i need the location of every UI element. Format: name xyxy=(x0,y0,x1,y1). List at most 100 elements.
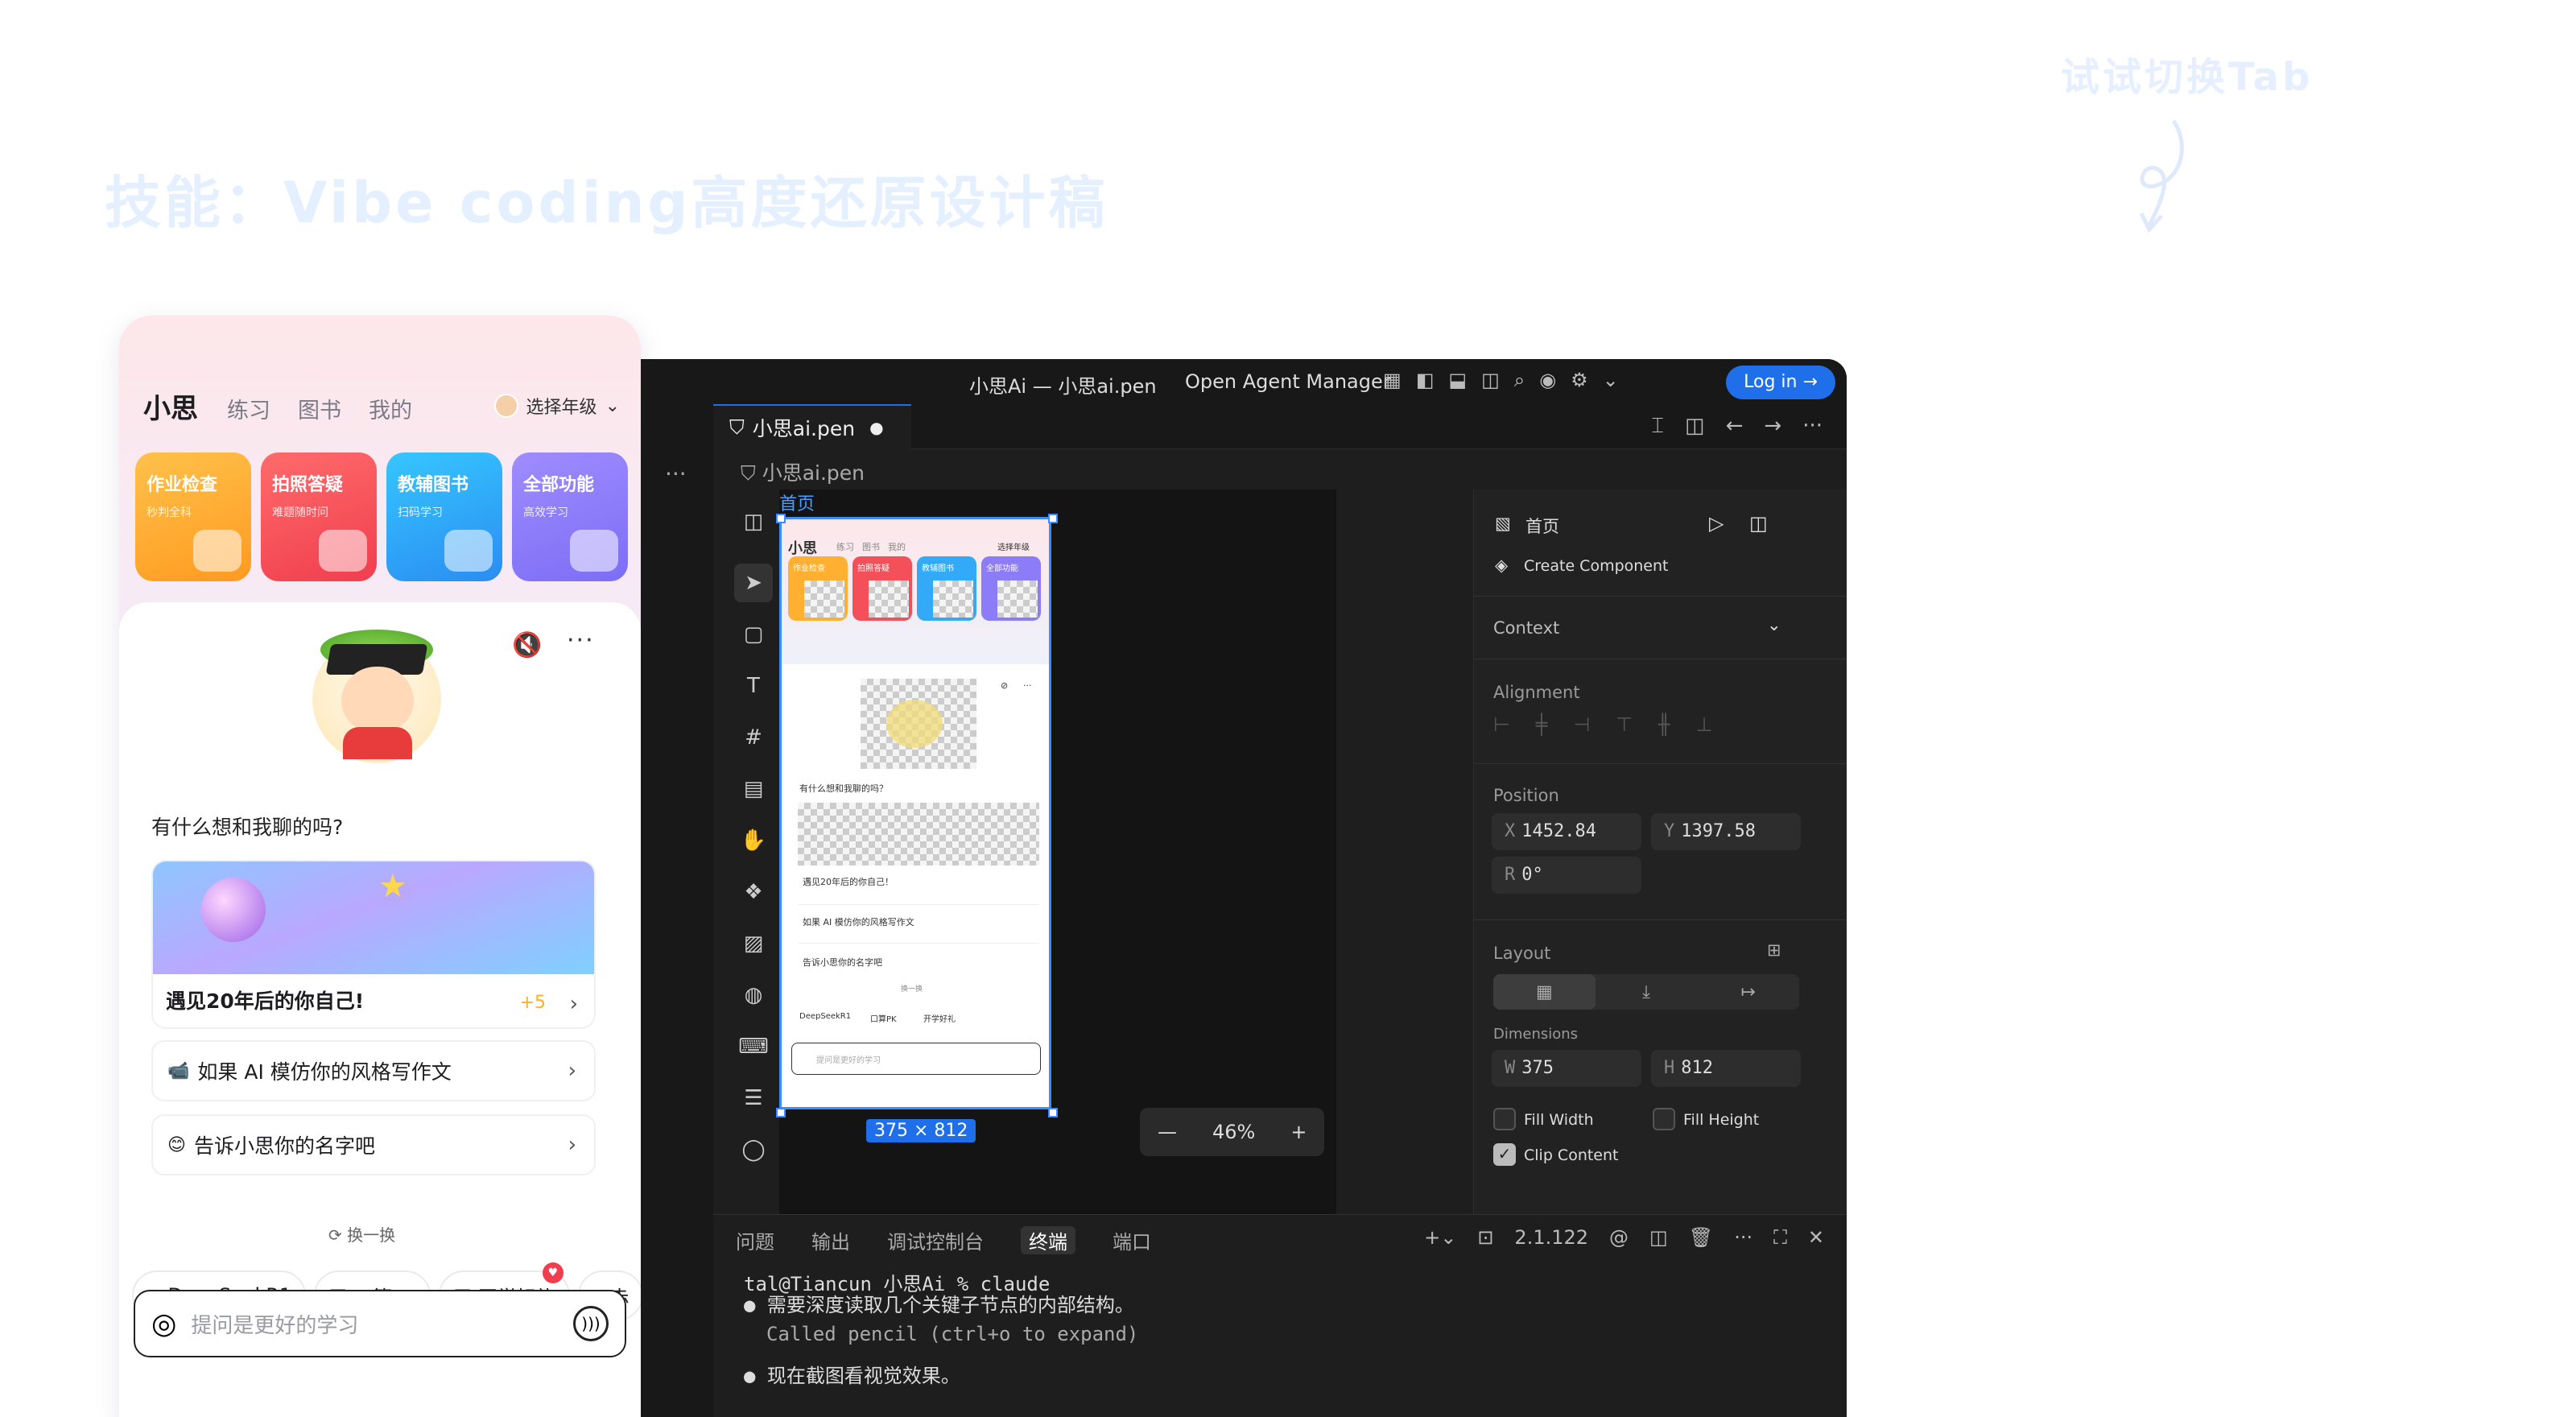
layout-horizontal-icon[interactable]: ↦ xyxy=(1697,974,1799,1010)
sidebar-left-icon[interactable]: ◧ xyxy=(1416,369,1435,391)
x-field[interactable]: X 1452.84 xyxy=(1492,813,1641,850)
zoom-out-icon[interactable]: — xyxy=(1158,1121,1177,1143)
resize-handle[interactable] xyxy=(776,1108,786,1117)
hand-icon[interactable]: ✋ xyxy=(734,821,773,860)
frame-home[interactable]: 小思 练习 图书 我的 选择年级 作业检查 拍照答疑 教辅图书 全部功能 ⊘ ·… xyxy=(779,517,1051,1109)
more-icon[interactable]: ··· xyxy=(1802,414,1823,439)
resize-handle[interactable] xyxy=(1048,514,1058,523)
zoom-control[interactable]: — 46% + xyxy=(1140,1108,1325,1156)
chrome-icon[interactable]: ◉ xyxy=(1539,369,1556,391)
prompt-row[interactable]: 😊 告诉小思你的名字吧 › xyxy=(151,1114,596,1175)
breadcrumb[interactable]: ⛉ 小思ai.pen xyxy=(713,449,1847,490)
sidebar-toggle-icon[interactable]: ◫ xyxy=(734,502,773,541)
card-books[interactable]: 教辅图书 扫码学习 xyxy=(386,452,502,581)
position-label: Position xyxy=(1493,786,1559,805)
component-icon[interactable]: ❖ xyxy=(734,873,773,911)
resize-handle[interactable] xyxy=(1048,1108,1058,1117)
width-field[interactable]: W 375 xyxy=(1492,1050,1641,1087)
prompt-row[interactable]: 📹 如果 AI 模仿你的风格写作文 › xyxy=(151,1040,596,1101)
tab-books[interactable]: 图书 xyxy=(298,393,341,424)
tab-pen-file[interactable]: ⛉ 小思ai.pen ● xyxy=(713,404,911,449)
text-icon[interactable]: T xyxy=(734,667,773,705)
clip-content-checkbox[interactable]: ✓ xyxy=(1493,1143,1516,1166)
refresh-button[interactable]: ⟳ 换一换 xyxy=(328,1222,395,1246)
layout-vertical-icon[interactable]: ⤓ xyxy=(1596,974,1698,1010)
account-icon[interactable]: ◯ xyxy=(734,1130,773,1169)
split-icon[interactable]: ◫ xyxy=(1481,369,1500,391)
tab-mine[interactable]: 我的 xyxy=(369,393,412,424)
align-bottom-icon[interactable]: ⊥ xyxy=(1696,713,1713,736)
align-center-h-icon[interactable]: ╪ xyxy=(1536,713,1547,736)
create-component-button[interactable]: Create Component xyxy=(1524,557,1668,575)
pointer-icon[interactable]: ➤ xyxy=(734,564,773,602)
login-button[interactable]: Log in → xyxy=(1726,366,1835,399)
tab-problems[interactable]: 问题 xyxy=(736,1226,774,1254)
terminal-version[interactable]: 2.1.122 xyxy=(1514,1226,1588,1249)
fill-height-checkbox[interactable] xyxy=(1653,1108,1675,1130)
panel-toggle-icon[interactable]: ◫ xyxy=(1749,512,1768,535)
arrow-left-icon[interactable]: ← xyxy=(1726,414,1744,439)
y-field[interactable]: Y 1397.58 xyxy=(1651,813,1801,850)
layout-options-icon[interactable]: ⊞ xyxy=(1767,940,1781,960)
arrow-right-icon[interactable]: → xyxy=(1764,414,1781,439)
layout-freeform-icon[interactable]: ▦ xyxy=(1493,974,1596,1010)
title-bar: 小思Ai — 小思ai.pen Open Agent Manager ▦ ◧ ⬓… xyxy=(641,359,1847,404)
palette-icon[interactable]: ◍ xyxy=(734,976,773,1014)
align-left-icon[interactable]: ⊢ xyxy=(1493,713,1510,736)
frame-label[interactable]: 首页 xyxy=(779,490,815,515)
play-icon[interactable]: ▷ xyxy=(1709,512,1724,535)
tab-debug-console[interactable]: 调试控制台 xyxy=(887,1226,984,1254)
chevron-down-icon[interactable]: ⌄ xyxy=(1767,615,1781,634)
image-icon[interactable]: ▨ xyxy=(734,924,773,963)
fill-width-checkbox[interactable] xyxy=(1493,1108,1516,1130)
panel-bottom-icon[interactable]: ⬓ xyxy=(1448,369,1467,391)
more-icon[interactable]: ··· xyxy=(665,461,687,487)
tab-output[interactable]: 输出 xyxy=(811,1226,850,1254)
more-icon[interactable]: ··· xyxy=(1734,1226,1752,1249)
card-homework-check[interactable]: 作业检查 秒判全科 xyxy=(135,452,251,581)
placeholder-avatar xyxy=(861,679,976,769)
tab-terminal[interactable]: 终端 xyxy=(1021,1226,1075,1254)
rotation-field[interactable]: R 0° xyxy=(1492,857,1641,894)
text-cursor-icon[interactable]: ⌶ xyxy=(1651,414,1664,439)
at-icon[interactable]: @ xyxy=(1609,1226,1629,1249)
layout-icon[interactable]: ▦ xyxy=(1383,369,1402,391)
note-icon[interactable]: ▤ xyxy=(734,770,773,808)
height-field[interactable]: H 812 xyxy=(1651,1050,1801,1087)
keyboard-icon[interactable]: ⌨ xyxy=(734,1027,773,1066)
mute-icon[interactable]: 🔇 xyxy=(512,631,542,659)
search-icon[interactable]: ⌕ xyxy=(1514,369,1525,391)
resize-handle[interactable] xyxy=(776,514,786,523)
design-canvas[interactable]: 首页 小思 练习 图书 我的 选择年级 作业检查 拍照答疑 教辅图书 全部功能 … xyxy=(776,490,1336,1214)
camera-icon[interactable]: ◎ xyxy=(151,1308,176,1341)
frame-icon[interactable]: # xyxy=(734,718,773,757)
tab-practice[interactable]: 练习 xyxy=(227,393,270,424)
split-terminal-icon[interactable]: ◫ xyxy=(1649,1226,1668,1249)
question-input[interactable]: ◎ 提问是更好的学习 ))) xyxy=(134,1290,626,1357)
trash-icon[interactable]: 🗑 xyxy=(1689,1226,1713,1249)
zoom-in-icon[interactable]: + xyxy=(1290,1121,1307,1143)
align-middle-icon[interactable]: ╫ xyxy=(1658,713,1670,736)
grade-selector[interactable]: 选择年级 ⌄ xyxy=(493,393,620,419)
unsaved-dot-icon: ● xyxy=(869,418,884,437)
add-terminal-icon[interactable]: +⌄ xyxy=(1424,1226,1456,1249)
card-photo-qa[interactable]: 拍照答疑 难题随时问 xyxy=(261,452,377,581)
close-icon[interactable]: ✕ xyxy=(1808,1226,1824,1249)
terminal-panel: 问题 输出 调试控制台 终端 端口 +⌄ ⊡ 2.1.122 @ ◫ 🗑 ···… xyxy=(713,1214,1847,1417)
rectangle-icon[interactable]: ▢ xyxy=(734,615,773,654)
card-subtitle: 扫码学习 xyxy=(398,506,443,519)
chevron-down-icon[interactable]: ⌄ xyxy=(1603,369,1619,391)
tab-ports[interactable]: 端口 xyxy=(1113,1226,1151,1254)
split-editor-icon[interactable]: ◫ xyxy=(1685,414,1705,439)
align-top-icon[interactable]: ⊤ xyxy=(1616,713,1633,736)
open-agent-manager[interactable]: Open Agent Manager xyxy=(1185,370,1391,393)
voice-icon[interactable]: ))) xyxy=(573,1306,609,1341)
context-label[interactable]: Context xyxy=(1493,618,1559,638)
more-icon[interactable]: ··· xyxy=(567,626,595,655)
maximize-icon[interactable]: ⛶ xyxy=(1773,1226,1787,1249)
sliders-icon[interactable]: ☰ xyxy=(734,1079,773,1117)
card-all-features[interactable]: 全部功能 高效学习 xyxy=(512,452,628,581)
align-right-icon[interactable]: ⊣ xyxy=(1573,713,1590,736)
banner-card[interactable]: ★ 遇见20年后的你自己! +5 › xyxy=(151,860,596,1029)
gear-icon[interactable]: ⚙ xyxy=(1571,369,1588,391)
